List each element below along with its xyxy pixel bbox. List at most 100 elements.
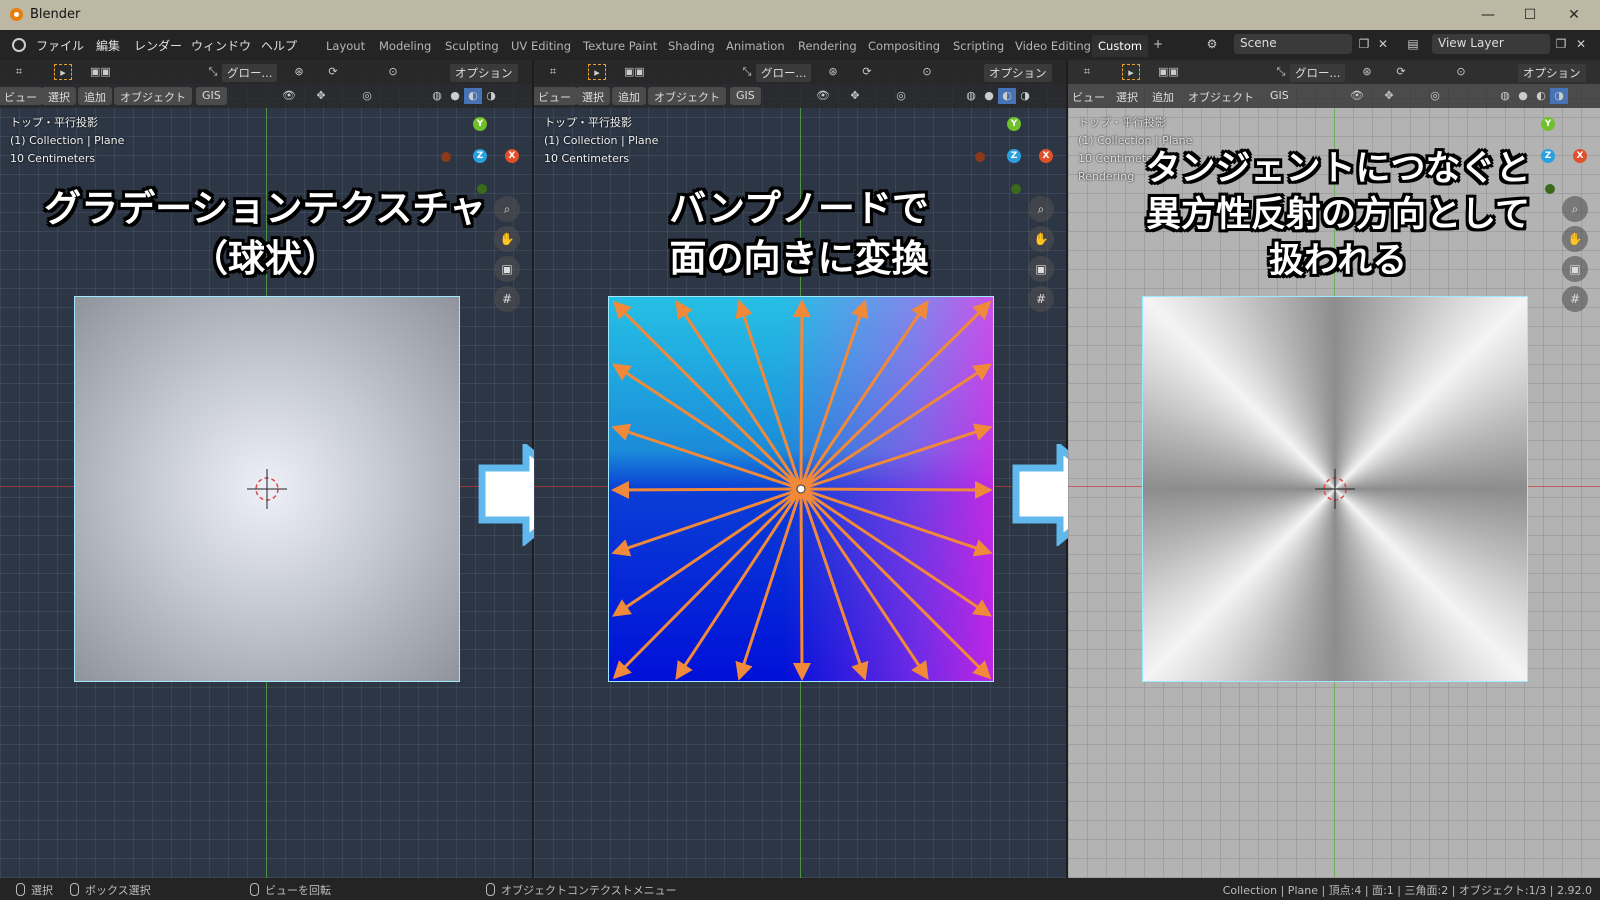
- new-view-layer-icon[interactable]: ❐: [1553, 36, 1569, 52]
- overlay-icon[interactable]: ◎: [358, 88, 376, 104]
- select-tool-icon[interactable]: ▸: [1122, 64, 1140, 80]
- visibility-icon[interactable]: 👁: [280, 88, 298, 104]
- solid-shading-icon[interactable]: ●: [980, 88, 998, 104]
- tab-shading[interactable]: Shading: [662, 35, 721, 57]
- transform-orientation-dropdown[interactable]: グロー...: [222, 64, 278, 82]
- wireframe-shading-icon[interactable]: ◍: [962, 88, 980, 104]
- menu-object[interactable]: オブジェクト: [648, 87, 726, 105]
- gizmo-y-axis[interactable]: Y: [1007, 117, 1021, 131]
- tab-video-editing[interactable]: Video Editing: [1009, 35, 1097, 57]
- tab-texture-paint[interactable]: Texture Paint: [577, 35, 663, 57]
- gizmo-neg-x[interactable]: [441, 152, 451, 162]
- snap-icon[interactable]: ⟳: [858, 64, 876, 80]
- menu-help[interactable]: ヘルプ: [261, 37, 297, 54]
- grid-toggle-icon[interactable]: #: [1562, 286, 1588, 312]
- proportional-edit-icon[interactable]: ⊙: [1452, 64, 1470, 80]
- options-dropdown[interactable]: オプション: [450, 64, 518, 82]
- select-mode-icons[interactable]: ▣▣: [624, 64, 645, 80]
- view-layer-selector[interactable]: View Layer: [1432, 34, 1550, 54]
- gizmo-x-axis[interactable]: X: [1039, 149, 1053, 163]
- overlay-icon[interactable]: ◎: [1426, 88, 1444, 104]
- transform-orientation-dropdown[interactable]: グロー...: [756, 64, 812, 82]
- transform-orientation-icon[interactable]: ⤡: [738, 64, 756, 80]
- editor-type-icon[interactable]: ⌗: [10, 64, 28, 80]
- gizmo-toggle-icon[interactable]: ✥: [846, 88, 864, 104]
- menu-view[interactable]: ビュー: [1068, 87, 1111, 105]
- minimize-button[interactable]: —: [1470, 3, 1506, 27]
- remove-view-layer-icon[interactable]: ✕: [1573, 36, 1589, 52]
- proportional-edit-icon[interactable]: ⊙: [384, 64, 402, 80]
- gizmo-z-axis[interactable]: Z: [1007, 149, 1021, 163]
- options-dropdown[interactable]: オプション: [1518, 64, 1586, 82]
- menu-gis[interactable]: GIS: [730, 87, 761, 105]
- menu-view[interactable]: ビュー: [534, 87, 577, 105]
- visibility-icon[interactable]: 👁: [1348, 88, 1366, 104]
- add-workspace-icon[interactable]: +: [1150, 36, 1166, 52]
- menu-add[interactable]: 追加: [1146, 87, 1180, 105]
- gizmo-x-axis[interactable]: X: [505, 149, 519, 163]
- wireframe-shading-icon[interactable]: ◍: [428, 88, 446, 104]
- solid-shading-icon[interactable]: ●: [1514, 88, 1532, 104]
- menu-add[interactable]: 追加: [612, 87, 646, 105]
- tab-animation[interactable]: Animation: [720, 35, 791, 57]
- proportional-edit-icon[interactable]: ⊙: [918, 64, 936, 80]
- grid-toggle-icon[interactable]: #: [494, 286, 520, 312]
- tab-layout[interactable]: Layout: [320, 35, 371, 57]
- gizmo-z-axis[interactable]: Z: [473, 149, 487, 163]
- rendered-shading-icon[interactable]: ◑: [1550, 88, 1568, 104]
- gizmo-y-axis[interactable]: Y: [473, 117, 487, 131]
- transform-orientation-icon[interactable]: ⤡: [1272, 64, 1290, 80]
- menu-select[interactable]: 選択: [576, 87, 610, 105]
- gizmo-toggle-icon[interactable]: ✥: [312, 88, 330, 104]
- select-mode-icons[interactable]: ▣▣: [90, 64, 111, 80]
- menu-render[interactable]: レンダー: [134, 37, 182, 54]
- rendered-shading-icon[interactable]: ◑: [482, 88, 500, 104]
- tab-scripting[interactable]: Scripting: [947, 35, 1010, 57]
- menu-window[interactable]: ウィンドウ: [191, 37, 251, 54]
- tab-rendering[interactable]: Rendering: [792, 35, 863, 57]
- snap-icon[interactable]: ⟳: [1392, 64, 1410, 80]
- gizmo-toggle-icon[interactable]: ✥: [1380, 88, 1398, 104]
- close-button[interactable]: ✕: [1556, 3, 1592, 27]
- tab-modeling[interactable]: Modeling: [373, 35, 437, 57]
- material-shading-icon[interactable]: ◐: [1532, 88, 1550, 104]
- tab-uv-editing[interactable]: UV Editing: [505, 35, 577, 57]
- blender-menu-icon[interactable]: [12, 38, 26, 52]
- wireframe-shading-icon[interactable]: ◍: [1496, 88, 1514, 104]
- snap-icon[interactable]: ⟳: [324, 64, 342, 80]
- material-shading-icon[interactable]: ◐: [998, 88, 1016, 104]
- menu-select[interactable]: 選択: [42, 87, 76, 105]
- editor-type-icon[interactable]: ⌗: [1078, 64, 1096, 80]
- gizmo-neg-x[interactable]: [975, 152, 985, 162]
- scene-icon[interactable]: ⚙: [1204, 36, 1220, 52]
- menu-view[interactable]: ビュー: [0, 87, 43, 105]
- grid-toggle-icon[interactable]: #: [1028, 286, 1054, 312]
- tab-sculpting[interactable]: Sculpting: [439, 35, 505, 57]
- viewport-left[interactable]: ⌗ ▸ ▣▣ ⤡ グロー... ⊛ ⟳ ⊙ オプション ビュー 選択 追加 オブ…: [0, 60, 532, 878]
- menu-object[interactable]: オブジェクト: [1182, 87, 1260, 105]
- new-scene-icon[interactable]: ❐: [1356, 36, 1372, 52]
- visibility-icon[interactable]: 👁: [814, 88, 832, 104]
- menu-edit[interactable]: 編集: [96, 37, 120, 54]
- gizmo-y-axis[interactable]: Y: [1541, 117, 1555, 131]
- menu-file[interactable]: ファイル: [36, 37, 84, 54]
- rendered-shading-icon[interactable]: ◑: [1016, 88, 1034, 104]
- menu-gis[interactable]: GIS: [196, 87, 227, 105]
- tab-custom[interactable]: Custom: [1092, 35, 1149, 57]
- menu-select[interactable]: 選択: [1110, 87, 1144, 105]
- editor-type-icon[interactable]: ⌗: [544, 64, 562, 80]
- select-tool-icon[interactable]: ▸: [54, 64, 72, 80]
- pivot-icon[interactable]: ⊛: [1358, 64, 1376, 80]
- pivot-icon[interactable]: ⊛: [290, 64, 308, 80]
- view-layer-icon[interactable]: ▤: [1405, 36, 1421, 52]
- maximize-button[interactable]: ☐: [1512, 3, 1548, 27]
- menu-object[interactable]: オブジェクト: [114, 87, 192, 105]
- remove-scene-icon[interactable]: ✕: [1375, 36, 1391, 52]
- options-dropdown[interactable]: オプション: [984, 64, 1052, 82]
- tab-compositing[interactable]: Compositing: [862, 35, 946, 57]
- viewport-middle[interactable]: ⌗ ▸ ▣▣ ⤡ グロー... ⊛ ⟳ ⊙ オプション ビュー 選択 追加 オブ…: [534, 60, 1066, 878]
- select-mode-icons[interactable]: ▣▣: [1158, 64, 1179, 80]
- scene-selector[interactable]: Scene: [1234, 34, 1352, 54]
- solid-shading-icon[interactable]: ●: [446, 88, 464, 104]
- select-tool-icon[interactable]: ▸: [588, 64, 606, 80]
